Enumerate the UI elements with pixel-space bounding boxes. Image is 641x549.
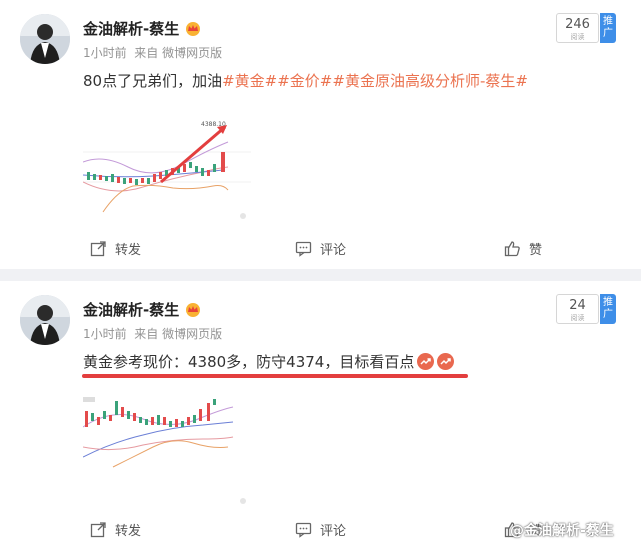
avatar[interactable] xyxy=(20,14,70,64)
promote-button[interactable]: 推广 xyxy=(600,294,616,324)
read-label: 阅读 xyxy=(570,33,585,41)
post-image-chart[interactable]: 4388.10 xyxy=(82,112,251,224)
post-time[interactable]: 1小时前 xyxy=(83,327,127,341)
chart-price-label: 4388.10 xyxy=(201,121,226,128)
post-time[interactable]: 1小时前 xyxy=(83,46,127,60)
comment-icon xyxy=(295,522,312,538)
source-prefix: 来自 xyxy=(134,327,159,341)
comment-label: 评论 xyxy=(320,524,347,539)
read-count-box: 24 阅读 xyxy=(556,294,599,324)
highlight-underline xyxy=(82,374,468,378)
trending-up-icon xyxy=(437,353,455,370)
thumbs-up-icon xyxy=(504,241,520,257)
author-name-text[interactable]: 金油解析-蔡生 xyxy=(83,18,179,39)
post-actions: 转发 评论 赞 xyxy=(0,239,641,259)
promote-button[interactable]: 推广 xyxy=(600,13,616,43)
weibo-post-1: 金油解析-蔡生 1小时前 来自 微博网页版 246 阅读 推广 80点了兄弟们，… xyxy=(0,0,641,269)
post-source[interactable]: 微博网页版 xyxy=(162,46,222,60)
repost-button[interactable]: 转发 xyxy=(90,520,141,539)
crown-icon xyxy=(186,22,201,36)
post-text: 黄金参考现价：4380多，防守4374，目标看百点 xyxy=(83,351,455,372)
repost-label: 转发 xyxy=(115,243,142,258)
avatar[interactable] xyxy=(20,295,70,345)
read-count: 24 xyxy=(569,298,586,313)
comment-icon xyxy=(295,241,312,257)
read-count-box: 246 阅读 xyxy=(556,13,599,43)
post-meta: 1小时前 来自 微博网页版 xyxy=(83,44,222,61)
author-name-text[interactable]: 金油解析-蔡生 xyxy=(83,299,179,320)
comment-label: 评论 xyxy=(320,243,347,258)
read-label: 阅读 xyxy=(570,314,585,322)
author-name[interactable]: 金油解析-蔡生 xyxy=(83,299,201,320)
trending-up-icon xyxy=(417,353,435,370)
weibo-post-2: 金油解析-蔡生 1小时前 来自 微博网页版 24 阅读 推广 黄金参考现价：43… xyxy=(0,281,641,549)
source-prefix: 来自 xyxy=(134,46,159,60)
post-text-plain: 80点了兄弟们，加油 xyxy=(83,72,223,90)
post-source[interactable]: 微博网页版 xyxy=(162,327,222,341)
watermark: @金油解析-蔡生 xyxy=(510,523,614,539)
repost-button[interactable]: 转发 xyxy=(90,239,141,258)
post-image-chart[interactable] xyxy=(82,387,251,509)
repost-icon xyxy=(90,522,106,538)
comment-button[interactable]: 评论 xyxy=(295,520,346,539)
like-button[interactable]: 赞 xyxy=(504,239,542,258)
topic-tag-gold[interactable]: #黄金# xyxy=(222,72,277,90)
repost-icon xyxy=(90,241,106,257)
topic-tag-analyst[interactable]: #黄金原油高级分析师-蔡生# xyxy=(332,72,528,90)
repost-label: 转发 xyxy=(115,524,142,539)
comment-button[interactable]: 评论 xyxy=(295,239,346,258)
post-text: 80点了兄弟们，加油#黄金##金价##黄金原油高级分析师-蔡生# xyxy=(83,70,528,91)
read-count: 246 xyxy=(565,17,590,32)
post-meta: 1小时前 来自 微博网页版 xyxy=(83,325,222,342)
crown-icon xyxy=(186,303,201,317)
topic-tag-goldprice[interactable]: #金价# xyxy=(277,72,332,90)
post-text-plain: 黄金参考现价：4380多，防守4374，目标看百点 xyxy=(83,353,415,371)
author-name[interactable]: 金油解析-蔡生 xyxy=(83,18,201,39)
like-label: 赞 xyxy=(529,243,543,258)
